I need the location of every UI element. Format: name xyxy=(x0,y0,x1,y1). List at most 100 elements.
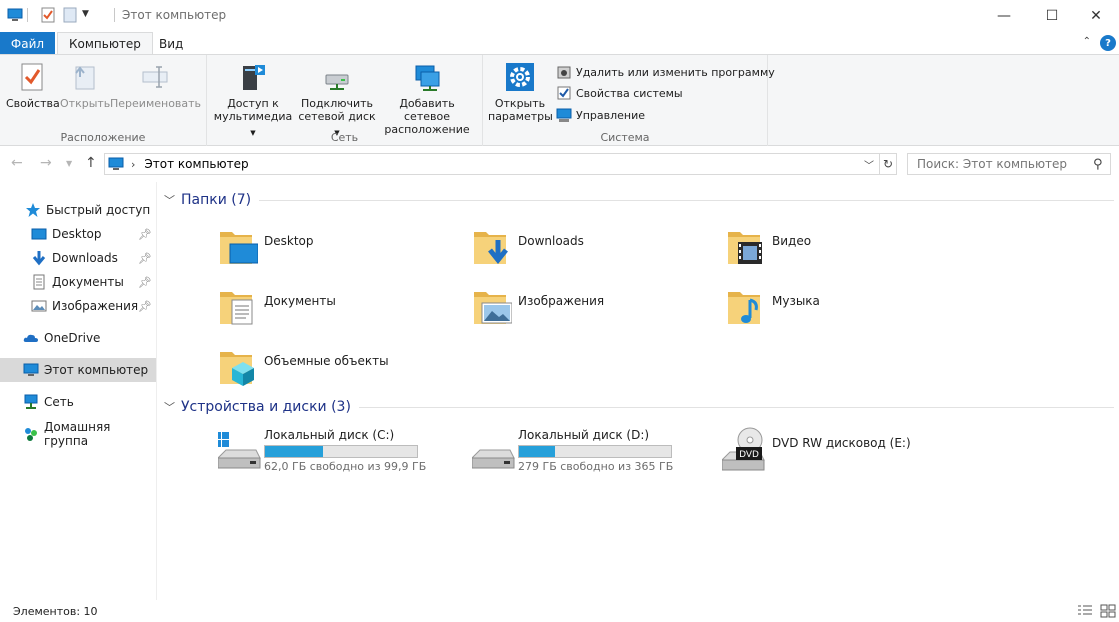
details-view-icon[interactable] xyxy=(1077,604,1093,618)
this-pc-address-icon xyxy=(108,156,124,172)
desktop-folder-icon xyxy=(218,224,259,268)
system-properties-button[interactable]: Свойства системы xyxy=(556,83,683,103)
back-arrow-icon[interactable]: ← xyxy=(11,155,23,171)
sidebar-item-network[interactable]: Сеть xyxy=(0,390,156,414)
properties-button[interactable]: Свойства xyxy=(6,61,60,110)
open-settings-button[interactable]: Открыть параметры xyxy=(488,61,553,123)
open-settings-label-2: параметры xyxy=(488,110,553,123)
collapse-chevron-icon[interactable]: ﹀ xyxy=(164,399,175,415)
maximize-button[interactable]: ☐ xyxy=(1029,0,1075,31)
media-access-label-1: Доступ к xyxy=(227,97,279,110)
star-icon xyxy=(25,202,41,218)
sidebar-item-quick-access[interactable]: Быстрый доступ xyxy=(0,198,156,222)
sidebar-item-label: Сеть xyxy=(44,395,74,409)
minimize-button[interactable]: — xyxy=(981,0,1027,31)
folder-name: Desktop xyxy=(264,234,314,248)
tab-view[interactable]: Вид xyxy=(148,32,194,55)
homegroup-icon xyxy=(23,426,39,442)
up-arrow-icon[interactable]: ↑ xyxy=(85,155,97,171)
devices-section-header[interactable]: ﹀ Устройства и диски (3) xyxy=(164,397,1114,417)
drive-usage-fill xyxy=(519,446,556,457)
computer-icon xyxy=(23,362,39,378)
navigation-pane: Быстрый доступ Desktop 📌︎ Downloads 📌︎ Д… xyxy=(0,182,157,600)
documents-folder-icon xyxy=(218,284,258,328)
sidebar-item-this-pc[interactable]: Этот компьютер xyxy=(0,358,156,382)
programs-icon xyxy=(556,64,572,80)
system-properties-label: Свойства системы xyxy=(576,86,683,100)
folder-tile-downloads[interactable]: Downloads xyxy=(472,224,722,276)
properties-quick-icon[interactable] xyxy=(40,7,56,23)
network-icon xyxy=(23,394,39,410)
tab-computer[interactable]: Компьютер xyxy=(57,32,153,55)
folder-tile-videos[interactable]: Видео xyxy=(726,224,976,276)
drive-free-space: 62,0 ГБ свободно из 99,9 ГБ xyxy=(264,460,427,473)
breadcrumb-chevron-icon[interactable]: › xyxy=(131,158,135,171)
sidebar-item-label: OneDrive xyxy=(44,331,101,345)
folder-tile-documents[interactable]: Документы xyxy=(218,284,468,336)
sidebar-item-homegroup[interactable]: Домашняя группа xyxy=(0,420,156,448)
download-arrow-icon xyxy=(31,250,47,266)
sidebar-item-label: Desktop xyxy=(52,227,102,241)
manage-button[interactable]: Управление xyxy=(556,105,645,125)
search-box[interactable]: ⚲ xyxy=(907,153,1111,175)
ribbon-group-network: Доступ к мультимедиа ▼ Подключить сетево… xyxy=(207,55,483,146)
ribbon-tabs: Файл Компьютер Вид xyxy=(0,31,1119,55)
items-count: Элементов: 10 xyxy=(13,604,98,618)
customize-toolbar-icon[interactable]: ▼ xyxy=(82,9,98,25)
sidebar-item-label: Изображения xyxy=(52,299,139,313)
media-server-icon xyxy=(237,61,269,93)
uninstall-program-button[interactable]: Удалить или изменить программу xyxy=(556,62,775,82)
help-button[interactable]: ? xyxy=(1100,35,1116,51)
sidebar-item-onedrive[interactable]: OneDrive xyxy=(0,326,156,350)
open-button[interactable]: Открыть xyxy=(60,61,110,110)
drive-tile-d[interactable]: Локальный диск (D:) 279 ГБ свободно из 3… xyxy=(470,424,722,478)
drive-tile-e[interactable]: DVD DVD RW дисковод (E:) xyxy=(720,426,972,480)
folders-section-header[interactable]: ﹀ Папки (7) xyxy=(164,190,1114,210)
dvd-logo-text: DVD xyxy=(739,450,759,460)
folder-tile-pictures[interactable]: Изображения xyxy=(472,284,722,336)
sidebar-item-documents[interactable]: Документы 📌︎ xyxy=(0,270,156,294)
document-icon xyxy=(31,274,47,290)
system-group-label: Система xyxy=(600,131,650,144)
ribbon-group-location: Свойства Открыть Переименовать Расположе… xyxy=(0,55,207,146)
search-icon[interactable]: ⚲ xyxy=(1093,157,1103,172)
rename-button[interactable]: Переименовать xyxy=(110,61,201,110)
close-button[interactable]: ✕ xyxy=(1073,0,1119,31)
drive-tile-c[interactable]: Локальный диск (C:) 62,0 ГБ свободно из … xyxy=(214,424,468,478)
sidebar-item-pictures[interactable]: Изображения 📌︎ xyxy=(0,294,156,318)
new-folder-quick-icon[interactable] xyxy=(62,7,78,23)
media-access-button[interactable]: Доступ к мультимедиа ▼ xyxy=(212,61,294,140)
folder-name: Видео xyxy=(772,234,812,248)
pin-icon[interactable]: 📌︎ xyxy=(138,300,152,313)
collapse-ribbon-icon[interactable]: ⌃ xyxy=(1083,36,1091,47)
folder-tile-3d-objects[interactable]: Объемные объекты xyxy=(218,344,468,396)
map-drive-label-2: сетевой диск xyxy=(298,110,376,123)
tab-file[interactable]: Файл xyxy=(0,32,55,55)
pin-icon[interactable]: 📌︎ xyxy=(138,252,152,265)
pin-icon[interactable]: 📌︎ xyxy=(138,228,152,241)
add-network-location-button[interactable]: Добавить сетевое расположение xyxy=(378,61,476,136)
computer-icon[interactable] xyxy=(7,7,23,23)
forward-arrow-icon[interactable]: → xyxy=(40,155,52,171)
add-location-label-1: Добавить сетевое xyxy=(399,97,455,123)
search-input[interactable] xyxy=(917,157,1093,171)
pin-icon[interactable]: 📌︎ xyxy=(138,276,152,289)
refresh-button[interactable]: ↻ xyxy=(879,153,897,175)
sidebar-item-label: Домашняя группа xyxy=(44,420,111,448)
location-group-label: Расположение xyxy=(60,131,146,144)
settings-gear-icon xyxy=(504,61,536,93)
open-settings-label-1: Открыть xyxy=(494,97,546,110)
recent-locations-icon[interactable]: ▼ xyxy=(66,159,72,168)
drive-usage-bar xyxy=(264,445,418,458)
sidebar-item-downloads[interactable]: Downloads 📌︎ xyxy=(0,246,156,270)
folder-tile-music[interactable]: Музыка xyxy=(726,284,976,336)
folder-tile-desktop[interactable]: Desktop xyxy=(218,224,468,276)
address-bar[interactable]: › Этот компьютер ﹀ xyxy=(104,153,880,175)
breadcrumb[interactable]: Этот компьютер xyxy=(144,157,248,171)
collapse-chevron-icon[interactable]: ﹀ xyxy=(164,192,175,208)
map-network-drive-button[interactable]: Подключить сетевой диск ▼ xyxy=(296,61,378,140)
address-dropdown-icon[interactable]: ﹀ xyxy=(864,157,874,172)
sidebar-item-desktop[interactable]: Desktop 📌︎ xyxy=(0,222,156,246)
large-icons-view-icon[interactable] xyxy=(1100,604,1116,618)
desktop-icon xyxy=(31,226,47,242)
